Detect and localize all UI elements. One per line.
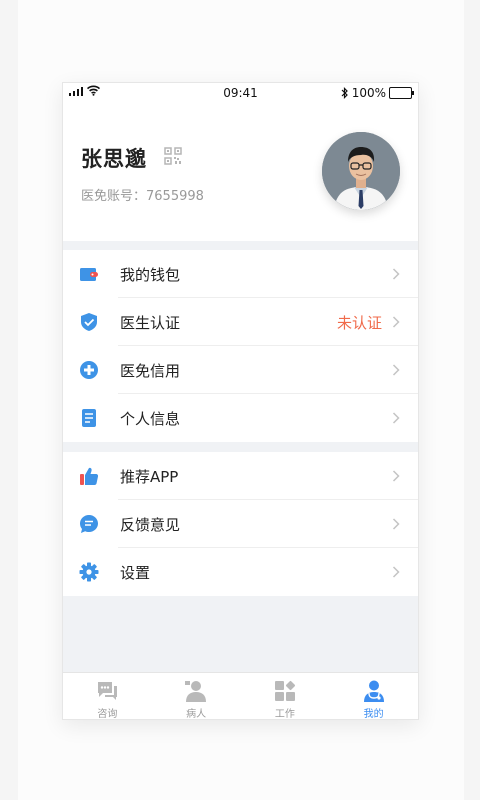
menu-label: 推荐APP: [120, 468, 179, 486]
menu-label: 医免信用: [120, 362, 181, 380]
menu-label: 我的钱包: [120, 266, 181, 284]
menu-item-settings[interactable]: 设置: [63, 548, 418, 596]
document-icon: [82, 409, 96, 427]
account-number: 医免账号：7655998: [81, 185, 204, 204]
tab-label: 我的: [363, 709, 384, 720]
phone-screen: 09:41 100% 张思邈 医免账号：7655998 我的钱包 医生认证 未认…: [62, 82, 419, 720]
profile-header[interactable]: 张思邈 医免账号：7655998: [63, 103, 418, 241]
account-label: 医免账号：: [81, 189, 147, 204]
menu-group-account: 我的钱包 医生认证 未认证 医免信用 个人信息: [63, 250, 418, 442]
battery-icon: [389, 87, 414, 99]
menu-item-recommend-app[interactable]: 推荐APP: [63, 452, 418, 500]
menu-item-personal-info[interactable]: 个人信息: [63, 394, 418, 442]
plus-circle-icon: [80, 361, 98, 379]
account-value: 7655998: [146, 189, 204, 204]
chevron-right-icon: [392, 470, 400, 482]
thumbs-up-icon: [80, 467, 99, 485]
qr-code-icon[interactable]: [164, 147, 182, 165]
bluetooth-icon: [341, 87, 348, 99]
doctor-icon: [363, 680, 384, 702]
wallet-icon: [80, 268, 98, 281]
chevron-right-icon: [392, 268, 400, 280]
doctor-portrait: [322, 132, 400, 210]
status-bar: 09:41 100%: [63, 83, 418, 103]
chevron-right-icon: [392, 364, 400, 376]
tab-work[interactable]: 工作: [241, 673, 330, 719]
chat-icon: [98, 682, 118, 700]
tab-label: 病人: [186, 709, 207, 720]
menu-label: 个人信息: [120, 410, 181, 428]
tab-consult[interactable]: 咨询: [63, 673, 152, 719]
menu-item-wallet[interactable]: 我的钱包: [63, 250, 418, 298]
shield-check-icon: [81, 313, 97, 331]
grid-icon: [274, 680, 295, 701]
gear-icon: [79, 562, 99, 582]
menu-label: 设置: [120, 564, 151, 582]
tab-mine[interactable]: 我的: [329, 673, 418, 719]
menu-item-credit[interactable]: 医免信用: [63, 346, 418, 394]
chevron-right-icon: [392, 518, 400, 530]
tab-label: 咨询: [97, 709, 118, 720]
battery-percentage: 100%: [351, 86, 386, 100]
status-right: 100%: [341, 86, 414, 100]
tab-label: 工作: [274, 709, 295, 720]
doctor-name: 张思邈: [81, 147, 147, 171]
patient-icon: [185, 681, 207, 702]
avatar[interactable]: [322, 132, 400, 210]
menu-label: 医生认证: [120, 314, 181, 332]
menu-item-doctor-verification[interactable]: 医生认证 未认证: [63, 298, 418, 346]
chevron-right-icon: [392, 316, 400, 328]
chevron-right-icon: [392, 566, 400, 578]
chevron-right-icon: [392, 412, 400, 424]
verification-status: 未认证: [336, 314, 382, 332]
menu-label: 反馈意见: [120, 516, 181, 534]
tab-patients[interactable]: 病人: [152, 673, 241, 719]
menu-group-app: 推荐APP 反馈意见 设置: [63, 452, 418, 596]
menu-item-feedback[interactable]: 反馈意见: [63, 500, 418, 548]
bottom-tab-bar: 咨询 病人 工作 我的: [63, 672, 418, 719]
chat-bubble-icon: [80, 515, 98, 533]
